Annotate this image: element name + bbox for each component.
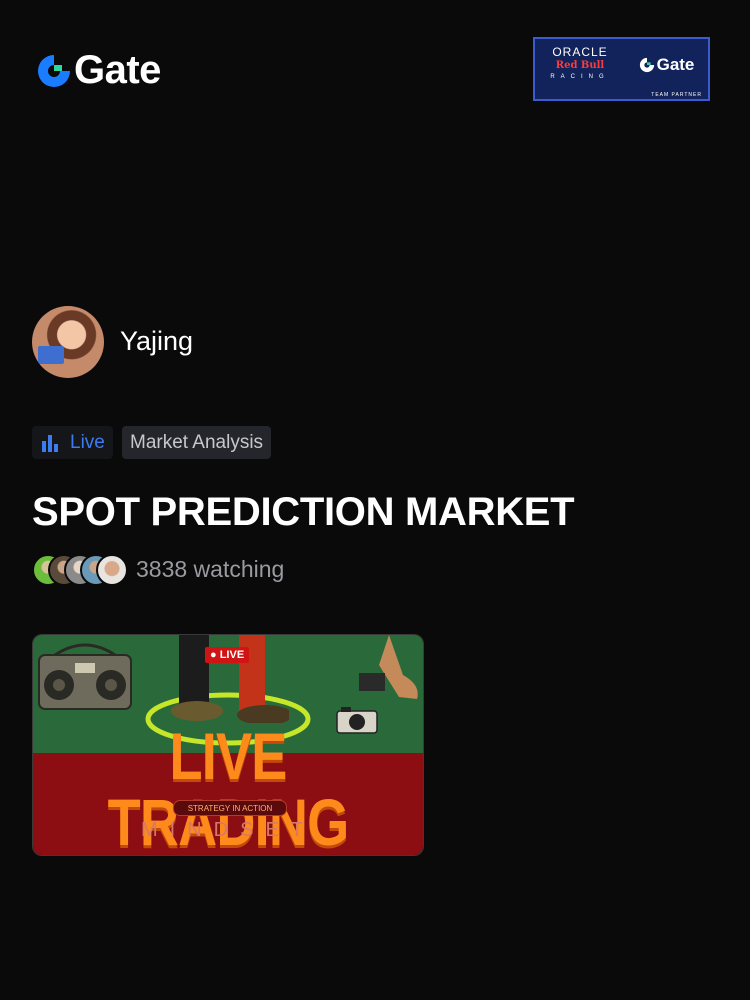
viewer-avatars bbox=[32, 552, 128, 586]
logo-wordmark: Gate bbox=[74, 48, 161, 92]
stream-thumbnail[interactable]: ● LIVE LIVE TRADING STRATEGY IN ACTION M… bbox=[32, 634, 424, 856]
live-tag-label: Live bbox=[70, 431, 105, 453]
avatar-laptop bbox=[38, 346, 64, 364]
gate-logo-icon bbox=[38, 54, 70, 87]
watching-count: 3838 watching bbox=[136, 555, 285, 582]
category-tag[interactable]: Market Analysis bbox=[122, 426, 272, 459]
viewer-row: 3838 watching bbox=[32, 552, 284, 586]
category-tag-label: Market Analysis bbox=[130, 431, 264, 453]
gate-logo[interactable]: Gate bbox=[36, 48, 161, 93]
gate-logo-icon bbox=[639, 57, 654, 73]
partner-oracle-text: ORACLE bbox=[552, 45, 608, 59]
host-name[interactable]: Yajing bbox=[120, 326, 193, 357]
thumbnail-subline: MINDSET bbox=[141, 819, 315, 841]
partner-racing-text: RACING bbox=[550, 74, 610, 80]
host-avatar[interactable] bbox=[32, 306, 104, 378]
bar-chart-icon bbox=[42, 434, 58, 452]
shoes-figure bbox=[359, 635, 418, 699]
partner-banner: ORACLE Red Bull RACING Gate TEAM PARTNER bbox=[533, 37, 710, 101]
partner-footer-text: TEAM PARTNER bbox=[651, 92, 702, 98]
live-tag: Live bbox=[32, 426, 113, 459]
partner-team-text: Red Bull bbox=[555, 60, 605, 71]
thumbnail-pill: STRATEGY IN ACTION bbox=[173, 800, 287, 816]
stream-title: SPOT PREDICTION MARKET bbox=[32, 490, 575, 534]
live-badge: ● LIVE bbox=[205, 647, 250, 663]
boombox-icon bbox=[38, 643, 132, 710]
viewer-avatar bbox=[96, 554, 128, 586]
partner-gate-text: Gate bbox=[656, 55, 695, 74]
live-badge-label: LIVE bbox=[219, 649, 245, 661]
